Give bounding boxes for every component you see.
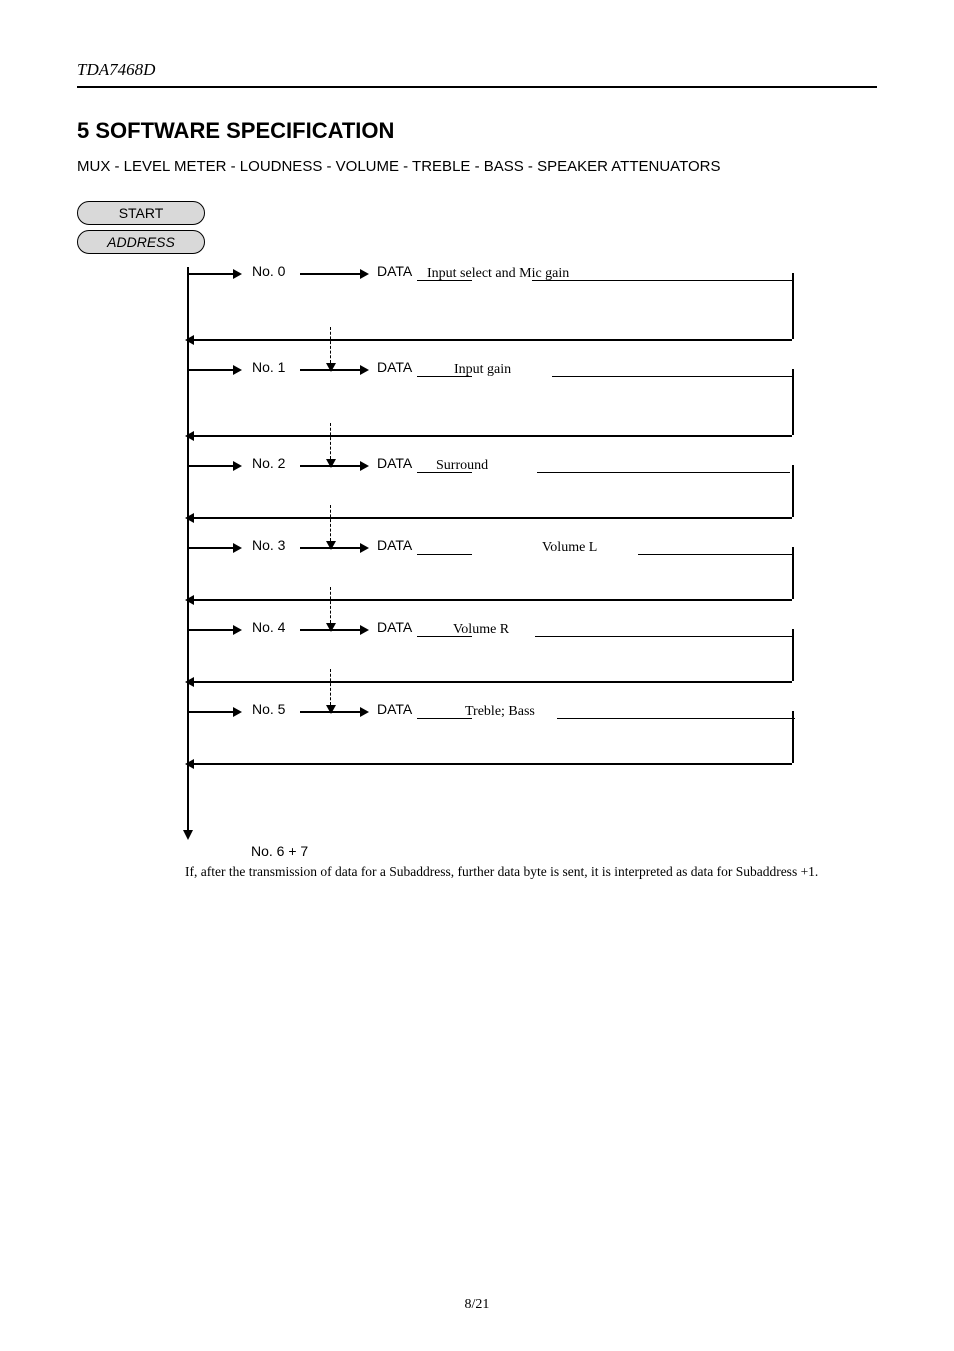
row-key: DATA (377, 359, 412, 375)
row-num-last: No. 6 + 7 (251, 843, 308, 859)
underline (532, 280, 792, 281)
underline (552, 376, 792, 377)
underline (638, 554, 792, 555)
arrow-right (300, 273, 360, 275)
return-arrow (194, 763, 792, 765)
row-key: DATA (377, 619, 412, 635)
row-desc: Volume L (542, 539, 782, 558)
page-number: 8/21 (0, 1297, 954, 1313)
arrow-right (188, 547, 233, 549)
dashed-connector (330, 505, 331, 541)
row-key: DATA (377, 537, 412, 553)
arrow-right (188, 629, 233, 631)
section-title: 5 SOFTWARE SPECIFICATION (77, 118, 877, 144)
row-num: No. 2 (252, 455, 285, 471)
section-subtitle: MUX - LEVEL METER - LOUDNESS - VOLUME - … (77, 158, 877, 175)
spine-line (187, 267, 189, 833)
return-arrow (194, 517, 792, 519)
page-header: TDA7468D (77, 60, 877, 80)
row-desc: Treble; Bass (465, 703, 782, 722)
row-num: No. 5 (252, 701, 285, 717)
underline (535, 636, 792, 637)
box-right (792, 547, 794, 599)
arrow-right (188, 273, 233, 275)
box-right (792, 629, 794, 681)
arrow-right (188, 369, 233, 371)
arrow-right (188, 465, 233, 467)
row-key: DATA (377, 263, 412, 279)
row-desc: Input select and Mic gain (427, 265, 782, 284)
row-desc: Surround (436, 457, 782, 476)
row-num: No. 4 (252, 619, 285, 635)
spine-arrow-down (183, 830, 193, 840)
underline (417, 718, 472, 719)
row-key: DATA (377, 701, 412, 717)
return-arrow (194, 339, 792, 341)
row-num: No. 1 (252, 359, 285, 375)
dashed-connector (330, 423, 331, 459)
box-right (792, 273, 794, 339)
note-text: If, after the transmission of data for a… (185, 863, 845, 881)
return-arrow (194, 599, 792, 601)
row-num: No. 0 (252, 263, 285, 279)
box-right (792, 711, 794, 763)
row-desc: Input gain (454, 361, 782, 380)
box-right (792, 369, 794, 435)
row-key: DATA (377, 455, 412, 471)
address-pill: ADDRESS (77, 230, 205, 254)
header-rule (77, 86, 877, 88)
return-arrow (194, 435, 792, 437)
return-arrow (194, 681, 792, 683)
dashed-connector (330, 327, 331, 363)
underline (417, 554, 472, 555)
row-num: No. 3 (252, 537, 285, 553)
box-right (792, 465, 794, 517)
dashed-connector (330, 669, 331, 705)
arrow-right (188, 711, 233, 713)
flow-diagram: No. 0 DATA Input select and Mic gain No. 1 D… (77, 255, 877, 875)
underline (537, 472, 790, 473)
row-desc: Volume R (453, 621, 782, 640)
underline (557, 718, 795, 719)
dashed-connector (330, 587, 331, 623)
start-pill: START (77, 201, 205, 225)
